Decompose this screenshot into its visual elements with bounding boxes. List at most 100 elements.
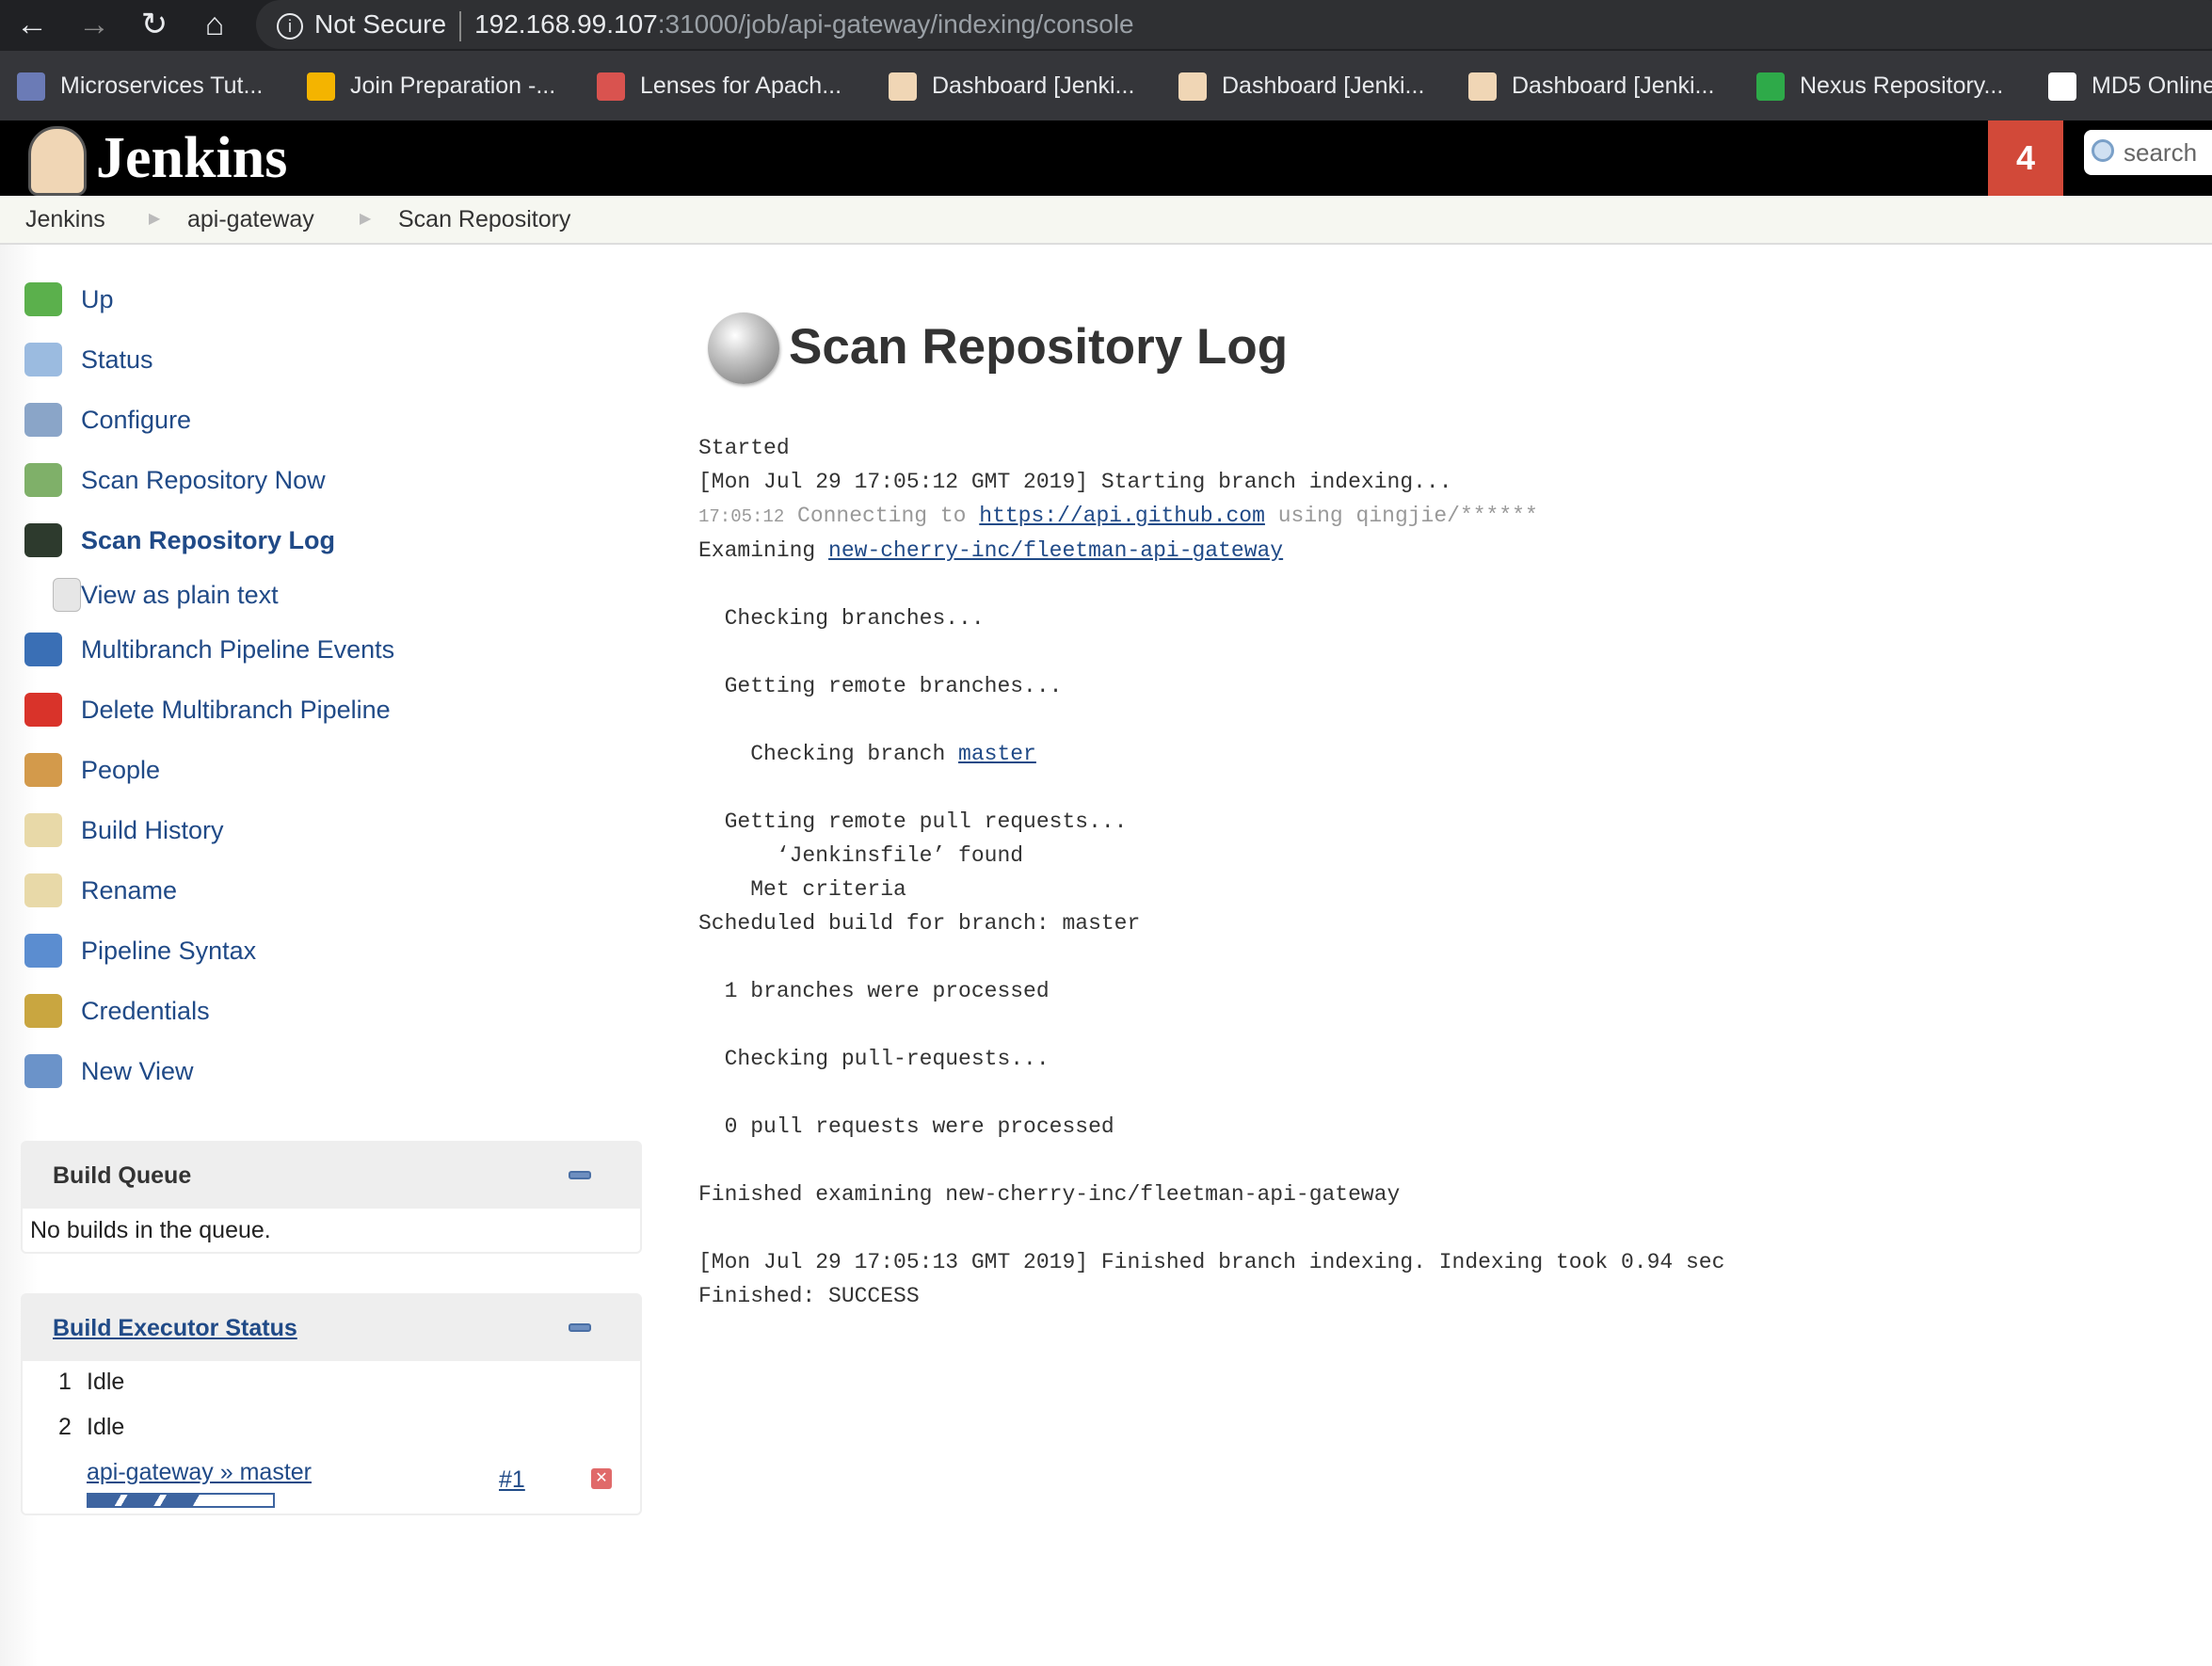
search-placeholder: search <box>2124 138 2198 167</box>
log-line: 1 branches were processed <box>698 974 1724 1008</box>
sidebar-item-label: Delete Multibranch Pipeline <box>81 696 391 724</box>
log-line: ​ <box>698 1211 1724 1245</box>
breadcrumb: Jenkins ▶ api-gateway ▶ Scan Repository <box>0 196 2212 245</box>
bookmark[interactable]: Dashboard [Jenki... <box>1178 51 1424 120</box>
build-executor-panel: Build Executor Status 1 Idle 2 Idle api-… <box>21 1293 642 1515</box>
jenkins-logo[interactable]: Jenkins <box>96 122 287 194</box>
log-line: ​ <box>698 1076 1724 1110</box>
bookmark-label: Dashboard [Jenki... <box>1512 72 1715 99</box>
bookmark-label: Dashboard [Jenki... <box>932 72 1135 99</box>
lock-icon <box>2048 72 2076 102</box>
info-icon: i <box>277 12 303 40</box>
bookmark[interactable]: Dashboard [Jenki... <box>1468 51 1714 120</box>
build-queue-empty: No builds in the queue. <box>30 1217 271 1243</box>
bookmark[interactable]: Dashboard [Jenki... <box>889 51 1134 120</box>
notepad-icon <box>24 813 62 847</box>
sidebar-item-label: Multibranch Pipeline Events <box>81 635 395 664</box>
no-entry-icon <box>24 693 62 727</box>
nexus-icon <box>1756 72 1785 102</box>
magnifier-icon <box>24 343 62 376</box>
log-line: ​ <box>698 703 1724 737</box>
bookmark[interactable]: MD5 Online <box>2048 51 2212 120</box>
url-path: :31000/job/api-gateway/indexing/console <box>657 9 1134 39</box>
bookmark[interactable]: Nexus Repository... <box>1756 51 2003 120</box>
collapse-icon[interactable] <box>569 1323 591 1332</box>
jenkins-icon <box>1178 72 1207 102</box>
monitor-icon <box>24 633 62 666</box>
log-link[interactable]: new-cherry-inc/fleetman-api-gateway <box>828 538 1283 563</box>
collapse-icon[interactable] <box>569 1171 591 1179</box>
log-link[interactable]: master <box>958 742 1036 766</box>
bookmark[interactable]: Lenses for Apach... <box>597 51 842 120</box>
sidebar-item-label: Up <box>81 285 114 313</box>
log-text: Checking branches... <box>698 606 985 631</box>
lenses-icon <box>597 72 625 102</box>
browser-toolbar: ← → ↻ ⌂ i Not Secure 192.168.99.107:31000/… <box>0 0 2212 51</box>
bookmarks-bar: Microservices Tut... Join Preparation -..… <box>0 51 2212 120</box>
url-host: 192.168.99.107 <box>474 9 658 39</box>
notification-badge[interactable]: 4 <box>1988 120 2063 196</box>
log-line: Getting remote branches... <box>698 669 1724 703</box>
executor-status: Idle <box>87 1414 125 1440</box>
running-job-link[interactable]: api-gateway » master <box>87 1459 312 1486</box>
security-label: Not Secure <box>314 9 447 39</box>
log-text: ‘Jenkinsfile’ found <box>698 843 1024 868</box>
stop-build-icon[interactable]: ✕ <box>591 1468 612 1489</box>
tools-icon <box>24 403 62 437</box>
jenkins-logo-icon[interactable] <box>28 126 87 196</box>
build-queue-title: Build Queue <box>53 1162 192 1189</box>
log-line: ‘Jenkinsfile’ found <box>698 839 1724 873</box>
build-executor-status-link[interactable]: Build Executor Status <box>53 1315 297 1341</box>
forward-icon[interactable]: → <box>75 6 113 43</box>
log-text: 0 pull requests were processed <box>698 1114 1114 1139</box>
log-line: ​ <box>698 635 1724 669</box>
log-text: Examining <box>698 538 829 563</box>
log-text: using qingjie/****** <box>1264 504 1538 528</box>
status-ball-icon <box>708 312 779 384</box>
log-text: Checking pull-requests... <box>698 1047 1050 1071</box>
bookmark[interactable]: Microservices Tut... <box>17 51 263 120</box>
search-icon <box>2092 139 2114 162</box>
breadcrumb-separator-icon: ▶ <box>149 211 161 227</box>
address-bar[interactable]: i Not Secure 192.168.99.107:31000/job/api-… <box>256 0 2212 49</box>
search-input[interactable]: search <box>2084 130 2212 175</box>
breadcrumb-scan-repository[interactable]: Scan Repository <box>398 196 570 243</box>
hexagon-icon <box>17 72 45 102</box>
people-icon <box>24 753 62 787</box>
log-link[interactable]: https://api.github.com <box>979 504 1265 528</box>
breadcrumb-api-gateway[interactable]: api-gateway <box>187 196 314 243</box>
sidebar-item-label: Configure <box>81 406 192 434</box>
log-line: Checking branch master <box>698 737 1724 771</box>
folder-icon <box>24 1054 62 1088</box>
up-arrow-icon <box>24 282 62 316</box>
home-icon[interactable]: ⌂ <box>196 6 233 43</box>
bookmark-label: Lenses for Apach... <box>640 72 842 99</box>
log-line: 17:05:12 Connecting to https://api.githu… <box>698 499 1724 534</box>
breadcrumb-jenkins[interactable]: Jenkins <box>25 196 105 243</box>
bookmark[interactable]: Join Preparation -... <box>307 51 555 120</box>
log-line: Examining new-cherry-inc/fleetman-api-ga… <box>698 534 1724 568</box>
build-queue-panel: Build Queue No builds in the queue. <box>21 1141 642 1254</box>
terminal-icon <box>24 523 62 557</box>
log-line: ​ <box>698 568 1724 601</box>
sidebar-item-label: Rename <box>81 876 178 905</box>
log-line: Met criteria <box>698 873 1724 906</box>
sidebar-item-label: Scan Repository Now <box>81 466 326 494</box>
executor-number: 1 <box>58 1369 72 1395</box>
clock-icon <box>24 463 62 497</box>
build-progress-fill <box>88 1495 200 1506</box>
log-line: 0 pull requests were processed <box>698 1110 1724 1144</box>
bookmark-label: Dashboard [Jenki... <box>1222 72 1425 99</box>
sidebar-item-label: Credentials <box>81 997 210 1025</box>
log-text: Getting remote pull requests... <box>698 809 1128 834</box>
build-progress-bar <box>87 1493 275 1508</box>
back-icon[interactable]: ← <box>13 6 51 43</box>
log-text: Started <box>698 436 790 460</box>
sidebar-item-label: Status <box>81 345 153 374</box>
console-log: Started [Mon Jul 29 17:05:12 GMT 2019] St… <box>698 431 1724 1313</box>
sidebar: Up Status Configure Scan Repository Now Scan… <box>0 245 659 1666</box>
log-line: [Mon Jul 29 17:05:12 GMT 2019] Starting … <box>698 465 1724 499</box>
page-title: Scan Repository Log <box>789 319 1289 375</box>
reload-icon[interactable]: ↻ <box>136 6 173 43</box>
build-number-link[interactable]: #1 <box>499 1466 525 1494</box>
